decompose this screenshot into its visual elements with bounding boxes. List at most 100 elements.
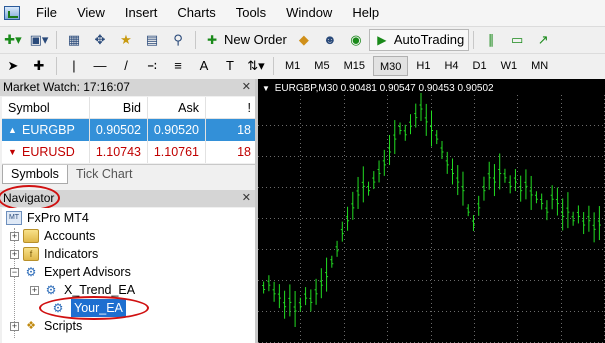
timeframe-m1[interactable]: M1 — [279, 56, 306, 76]
price-bar — [398, 122, 402, 135]
price-bar — [267, 275, 271, 292]
price-bar — [319, 268, 323, 299]
price-bar — [309, 289, 313, 312]
price-bar — [382, 149, 386, 176]
strategy-tester-icon[interactable]: ⚲ — [167, 29, 189, 51]
price-bar — [456, 165, 460, 196]
expand-icon[interactable]: + — [10, 231, 19, 241]
table-row[interactable]: ▼ EURUSD 1.10743 1.10761 18 — [2, 141, 255, 163]
timeframe-w1[interactable]: W1 — [495, 56, 524, 76]
label-tool-icon[interactable]: T — [219, 55, 241, 77]
terminal-icon[interactable]: ▤ — [141, 29, 163, 51]
autotrading-label: AutoTrading — [393, 32, 465, 47]
timeframe-m5[interactable]: M5 — [308, 56, 335, 76]
tree-item-scripts[interactable]: + ❖ Scripts — [10, 317, 82, 335]
menu-charts[interactable]: Charts — [167, 0, 225, 26]
price-bar — [325, 257, 329, 292]
price-bar — [298, 297, 302, 312]
new-order-label: New Order — [224, 32, 287, 47]
tree-label: Indicators — [44, 247, 99, 261]
price-bar — [262, 281, 266, 294]
menu-window[interactable]: Window — [276, 0, 342, 26]
price-bar — [277, 284, 281, 309]
price-bar — [330, 255, 334, 268]
price-bar — [435, 130, 439, 145]
column-ask[interactable]: Ask — [148, 97, 206, 118]
navigator-icon[interactable]: ★ — [115, 29, 137, 51]
toolbar-separator — [195, 30, 196, 49]
timeframe-m15[interactable]: M15 — [338, 56, 371, 76]
data-window-icon[interactable]: ✥ — [89, 29, 111, 51]
text-tool-icon[interactable]: A — [193, 55, 215, 77]
timeframe-d1[interactable]: D1 — [467, 56, 493, 76]
line-chart-icon[interactable]: ↗ — [532, 29, 554, 51]
signals-icon[interactable]: ◉ — [345, 29, 367, 51]
chart-ohlc: 0.90481 0.90547 0.90453 0.90502 — [340, 83, 494, 94]
expand-icon[interactable]: + — [10, 321, 19, 331]
collapse-icon[interactable]: − — [10, 267, 19, 277]
menu-insert[interactable]: Insert — [115, 0, 168, 26]
profiles-icon[interactable]: ▣▾ — [28, 29, 50, 51]
timeframe-mn[interactable]: MN — [525, 56, 554, 76]
price-bar — [545, 200, 549, 221]
terminal-icon: MT — [6, 211, 22, 225]
table-row[interactable]: ▲ EURGBP 0.90502 0.90520 18 — [2, 119, 255, 141]
price-bar — [466, 204, 470, 217]
fibonacci-icon[interactable]: ≡ — [167, 55, 189, 77]
close-icon[interactable]: ✕ — [242, 79, 251, 96]
tab-symbols[interactable]: Symbols — [2, 165, 68, 184]
expand-icon[interactable]: + — [10, 249, 19, 259]
scripts-icon: ❖ — [26, 320, 36, 332]
tree-item-root[interactable]: MT FxPro MT4 — [6, 209, 89, 227]
equidistant-channel-icon[interactable]: ∹ — [141, 55, 163, 77]
column-symbol[interactable]: Symbol — [2, 97, 90, 118]
expand-icon[interactable]: + — [30, 285, 39, 295]
menu-tools[interactable]: Tools — [226, 0, 276, 26]
metaeditor-icon[interactable]: ◆ — [293, 29, 315, 51]
timeframe-h4[interactable]: H4 — [438, 56, 464, 76]
cursor-icon[interactable]: ➤ — [2, 55, 24, 77]
menu-file[interactable]: File — [26, 0, 67, 26]
tree-item-accounts[interactable]: + Accounts — [10, 227, 95, 245]
new-chart-icon[interactable]: ✚▾ — [2, 29, 24, 51]
column-bid[interactable]: Bid — [90, 97, 148, 118]
toolbar-separator — [56, 30, 57, 49]
timeframe-h1[interactable]: H1 — [410, 56, 436, 76]
toolbar-separator — [473, 30, 475, 49]
price-bar — [430, 110, 433, 147]
tab-tick-chart[interactable]: Tick Chart — [68, 165, 141, 184]
price-bar — [419, 93, 423, 121]
ask-cell: 0.90520 — [148, 119, 206, 141]
horizontal-line-icon[interactable]: — — [89, 55, 111, 77]
symbol-cell: ▼ EURUSD — [2, 141, 90, 163]
vertical-line-icon[interactable]: | — [63, 55, 85, 77]
trendline-icon[interactable]: / — [115, 55, 137, 77]
bid-cell: 0.90502 — [90, 119, 148, 141]
autotrading-button[interactable]: ▶ AutoTrading — [368, 28, 470, 51]
tree-item-expert-advisors[interactable]: − ⚙ Expert Advisors — [10, 263, 131, 281]
tree-label: Expert Advisors — [44, 265, 131, 279]
expert-advisor-icon: ⚙ — [25, 265, 37, 279]
price-bar — [424, 103, 428, 136]
price-chart[interactable]: ▼ EURGBP,M30 0.90481 0.90547 0.90453 0.9… — [258, 79, 605, 343]
menu-help[interactable]: Help — [342, 0, 389, 26]
arrows-tool-icon[interactable]: ⇅▾ — [245, 55, 267, 77]
bar-chart-icon[interactable]: ∥ — [480, 29, 502, 51]
chart-symbol: EURGBP,M30 — [274, 83, 338, 94]
close-icon[interactable]: ✕ — [242, 190, 251, 207]
tree-label: Accounts — [44, 229, 96, 243]
price-bar — [566, 192, 570, 229]
column-spread[interactable]: ! — [206, 97, 255, 118]
market-watch-icon[interactable]: ▦ — [63, 29, 85, 51]
menu-view[interactable]: View — [67, 0, 115, 26]
new-order-button[interactable]: ✚ New Order — [200, 29, 291, 51]
candlestick-icon[interactable]: ▭ — [506, 29, 528, 51]
timeframe-m30[interactable]: M30 — [372, 55, 409, 76]
price-bar — [482, 176, 486, 201]
price-bar — [361, 166, 365, 203]
price-bar — [450, 158, 454, 185]
community-icon[interactable]: ☻ — [319, 29, 341, 51]
tree-item-indicators[interactable]: + f Indicators — [10, 245, 98, 263]
price-bar — [508, 175, 512, 194]
crosshair-icon[interactable]: ✚ — [28, 55, 50, 77]
